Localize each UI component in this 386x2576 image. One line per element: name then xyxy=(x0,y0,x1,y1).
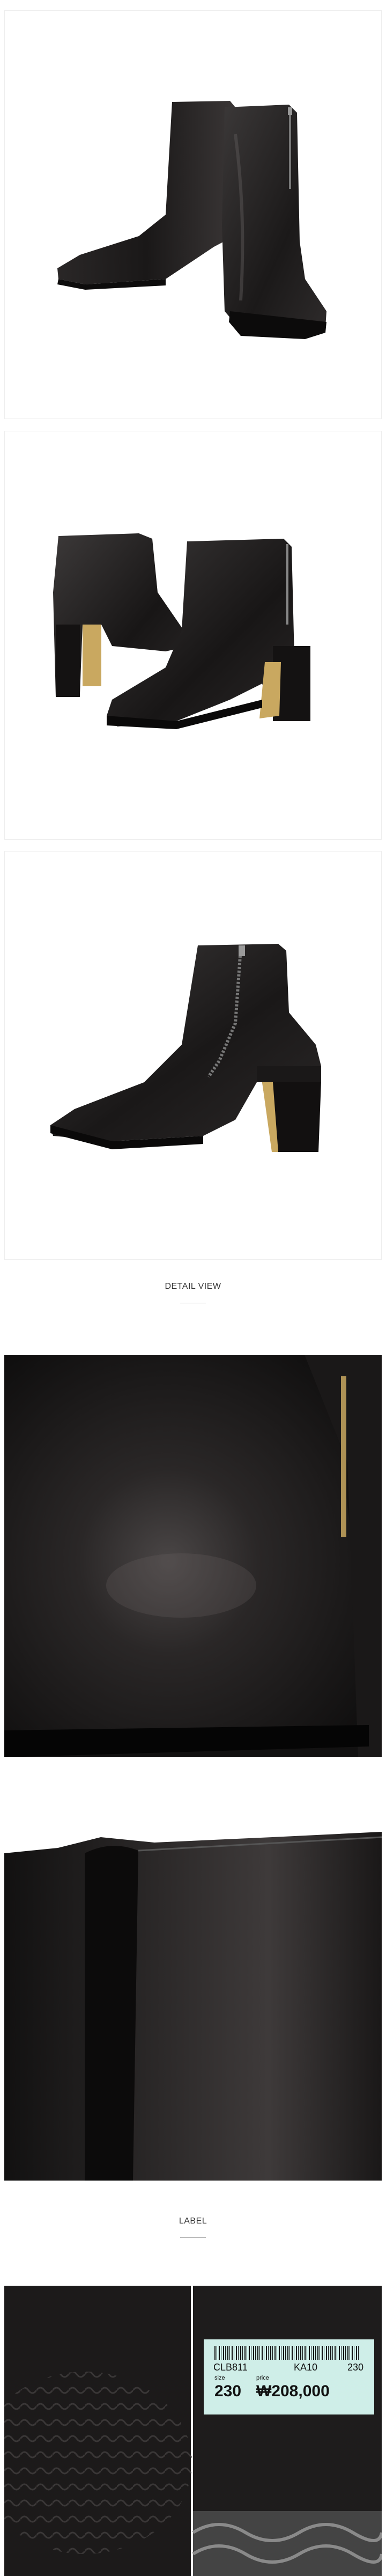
tag-line: KA10 xyxy=(294,2362,318,2373)
tag-size-small: 230 xyxy=(347,2362,364,2373)
detail-view-heading: DETAIL VIEW xyxy=(165,1282,221,1291)
detail-photo-shaft xyxy=(4,1778,382,2181)
boot-single-side-image xyxy=(50,944,321,1152)
boots-pair-front-image xyxy=(53,533,310,729)
label-heading: LABEL xyxy=(179,2217,207,2226)
product-photo-1 xyxy=(4,10,382,419)
toe-closeup-image xyxy=(4,1355,382,1757)
tag-size-label: size xyxy=(214,2375,225,2381)
product-photo-3 xyxy=(4,851,382,1260)
product-photo-2 xyxy=(4,431,382,840)
detail-photo-toe xyxy=(4,1355,382,1757)
shaft-closeup-image xyxy=(4,1778,382,2181)
label-photo-row: CLB811 KA10 230 size price 230 ₩208,000 xyxy=(4,2286,382,2576)
sole-and-tag-image xyxy=(4,2286,382,2576)
barcode-icon xyxy=(214,2346,359,2360)
tag-code: CLB811 xyxy=(213,2362,248,2373)
tag-price-value: ₩208,000 xyxy=(256,2382,330,2400)
tag-size-value: 230 xyxy=(214,2382,242,2400)
tag-price-label: price xyxy=(256,2375,269,2381)
label-divider xyxy=(180,2237,206,2238)
boots-pair-side-image xyxy=(57,101,326,339)
